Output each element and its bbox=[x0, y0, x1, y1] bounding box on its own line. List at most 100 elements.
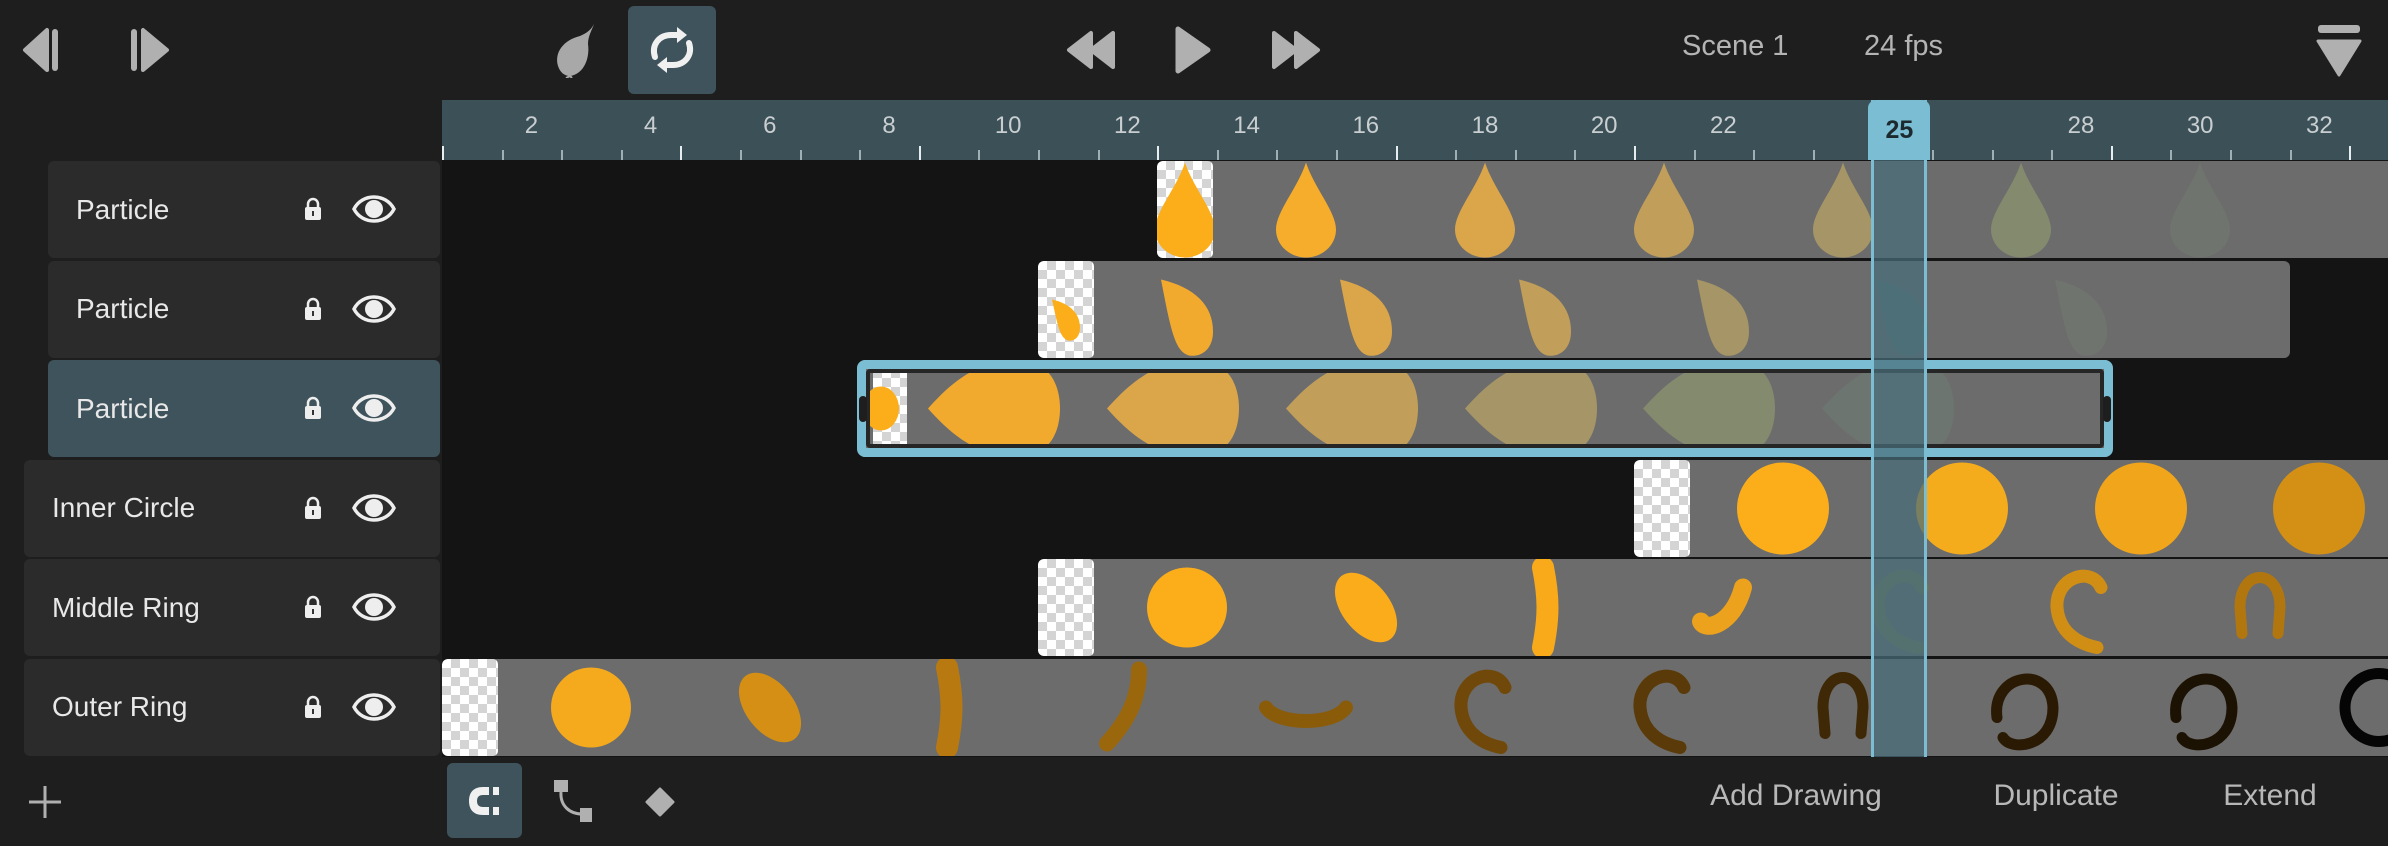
magnet-icon bbox=[468, 786, 499, 815]
drawing-thumbnail[interactable] bbox=[1157, 161, 1214, 258]
drawing-thumbnail[interactable] bbox=[2026, 261, 2136, 358]
lock-icon[interactable] bbox=[304, 396, 322, 420]
eye-icon[interactable] bbox=[352, 689, 396, 725]
play-icon[interactable] bbox=[1170, 22, 1214, 78]
drawing-thumbnail[interactable] bbox=[2086, 460, 2196, 557]
ruler-tick bbox=[1157, 146, 1160, 160]
layer-name: Middle Ring bbox=[52, 591, 200, 623]
drawing-thumbnail[interactable] bbox=[1430, 161, 1540, 258]
drawing-thumbnail[interactable] bbox=[1311, 559, 1421, 656]
layer-track[interactable] bbox=[1038, 559, 2388, 656]
lock-icon[interactable] bbox=[304, 197, 322, 221]
drawing-thumbnail[interactable] bbox=[1728, 460, 1838, 557]
ruler-tick bbox=[2170, 150, 2173, 160]
layer-row[interactable]: Outer Ring bbox=[24, 658, 440, 756]
layers-panel: Particle Particle Particle Inner Circle Midd… bbox=[0, 160, 442, 757]
layer-row[interactable]: Middle Ring bbox=[24, 559, 440, 656]
step-forward-icon[interactable] bbox=[126, 25, 178, 75]
ruler-label: 8 bbox=[882, 112, 896, 139]
drawing-thumbnail[interactable] bbox=[1430, 659, 1540, 756]
layer-track[interactable] bbox=[1038, 260, 2290, 358]
drawing-thumbnail[interactable] bbox=[2145, 659, 2255, 756]
duplicate-button[interactable]: Duplicate bbox=[1993, 779, 2118, 813]
layer-row[interactable]: Particle bbox=[48, 360, 440, 457]
ruler-tick bbox=[1514, 150, 1517, 160]
drawing-thumbnail[interactable] bbox=[1668, 559, 1778, 656]
ruler-tick bbox=[1574, 150, 1577, 160]
drawing-thumbnail[interactable] bbox=[2324, 659, 2388, 756]
drawing-thumbnail[interactable] bbox=[715, 659, 825, 756]
eye-icon[interactable] bbox=[352, 191, 396, 227]
lock-icon[interactable] bbox=[304, 297, 322, 321]
drawing-thumbnail[interactable] bbox=[1490, 559, 1600, 656]
ruler-tick bbox=[680, 146, 683, 160]
drawing-thumbnail[interactable] bbox=[894, 658, 1004, 756]
rewind-icon[interactable] bbox=[1065, 28, 1119, 72]
drawing-thumbnail[interactable] bbox=[1038, 261, 1094, 358]
fast-forward-icon[interactable] bbox=[1268, 28, 1322, 72]
ruler-label: 16 bbox=[1352, 112, 1380, 139]
eye-icon[interactable] bbox=[352, 291, 396, 327]
eye-icon[interactable] bbox=[352, 589, 396, 625]
drawing-thumbnail[interactable] bbox=[1966, 659, 2076, 756]
dropdown-menu-icon[interactable] bbox=[2314, 22, 2364, 78]
add-drawing-button[interactable]: Add Drawing bbox=[1710, 779, 1882, 813]
ruler-tick bbox=[799, 150, 802, 160]
lock-icon[interactable] bbox=[304, 595, 322, 619]
trim-handle-right[interactable] bbox=[2102, 395, 2111, 422]
drawing-thumbnail[interactable] bbox=[1668, 261, 1778, 358]
scene-name[interactable]: Scene 1 bbox=[1682, 30, 1788, 63]
eye-icon[interactable] bbox=[352, 390, 396, 426]
ruler-tick bbox=[1097, 150, 1100, 160]
extend-button[interactable]: Extend bbox=[2223, 779, 2316, 813]
layer-track[interactable] bbox=[1157, 161, 2388, 258]
fps-setting[interactable]: 24 fps bbox=[1864, 30, 1943, 63]
drawing-thumbnail[interactable] bbox=[1072, 659, 1182, 756]
empty-keyframe[interactable] bbox=[1634, 459, 1690, 557]
layer-row[interactable]: Particle bbox=[48, 260, 440, 358]
drawing-thumbnail[interactable] bbox=[1251, 659, 1361, 756]
drawing-thumbnail[interactable] bbox=[1609, 161, 1719, 258]
ruler-tick bbox=[1693, 150, 1696, 160]
eye-icon[interactable] bbox=[352, 490, 396, 526]
add-layer-button[interactable] bbox=[22, 779, 68, 825]
drawing-thumbnail[interactable] bbox=[1490, 261, 1600, 358]
drawing-thumbnail[interactable] bbox=[1609, 659, 1719, 756]
ruler-label: 4 bbox=[643, 112, 658, 139]
ruler-tick bbox=[442, 146, 444, 160]
drawing-thumbnail[interactable] bbox=[1251, 161, 1361, 258]
drawing-thumbnail[interactable] bbox=[2264, 460, 2374, 557]
keyframe-button[interactable] bbox=[642, 785, 678, 819]
layer-row[interactable]: Particle bbox=[48, 161, 440, 258]
snap-button[interactable] bbox=[447, 763, 522, 838]
drawing-thumbnail[interactable] bbox=[1132, 559, 1242, 656]
layer-row[interactable]: Inner Circle bbox=[24, 459, 440, 557]
step-back-icon[interactable] bbox=[20, 25, 72, 75]
lock-icon[interactable] bbox=[304, 695, 322, 719]
lock-icon[interactable] bbox=[304, 496, 322, 520]
drawing-thumbnail[interactable] bbox=[1966, 161, 2076, 258]
frame-ruler[interactable]: 2 4 6 8 10 12 14 16 18 20 22 28 30 32 bbox=[442, 100, 2388, 160]
drawing-thumbnail[interactable] bbox=[1311, 261, 1421, 358]
trim-handle-left[interactable] bbox=[859, 395, 868, 422]
layer-track[interactable] bbox=[1634, 459, 2388, 557]
ruler-label: 32 bbox=[2306, 112, 2333, 139]
empty-keyframe[interactable] bbox=[1038, 559, 1094, 656]
current-frame-indicator[interactable]: 25 bbox=[1868, 100, 1931, 160]
playhead[interactable] bbox=[1871, 100, 1928, 757]
layer-track[interactable] bbox=[442, 658, 2388, 756]
drawing-thumbnail[interactable] bbox=[1132, 261, 1242, 358]
empty-keyframe[interactable] bbox=[442, 658, 498, 756]
drawing-thumbnail[interactable] bbox=[536, 659, 646, 756]
drawing-thumbnail[interactable] bbox=[2205, 559, 2315, 656]
drawing-thumbnail[interactable] bbox=[2026, 559, 2136, 656]
loop-button[interactable] bbox=[628, 6, 716, 94]
layer-name: Particle bbox=[76, 193, 170, 225]
ruler-tick bbox=[561, 150, 564, 160]
drawing-thumbnail[interactable] bbox=[2145, 161, 2255, 258]
plus-icon bbox=[29, 786, 61, 818]
motion-path-icon bbox=[554, 780, 592, 822]
onion-skin-icon[interactable] bbox=[545, 20, 605, 80]
path-tool-button[interactable] bbox=[548, 775, 598, 827]
timeline-tracks[interactable] bbox=[442, 160, 2388, 757]
